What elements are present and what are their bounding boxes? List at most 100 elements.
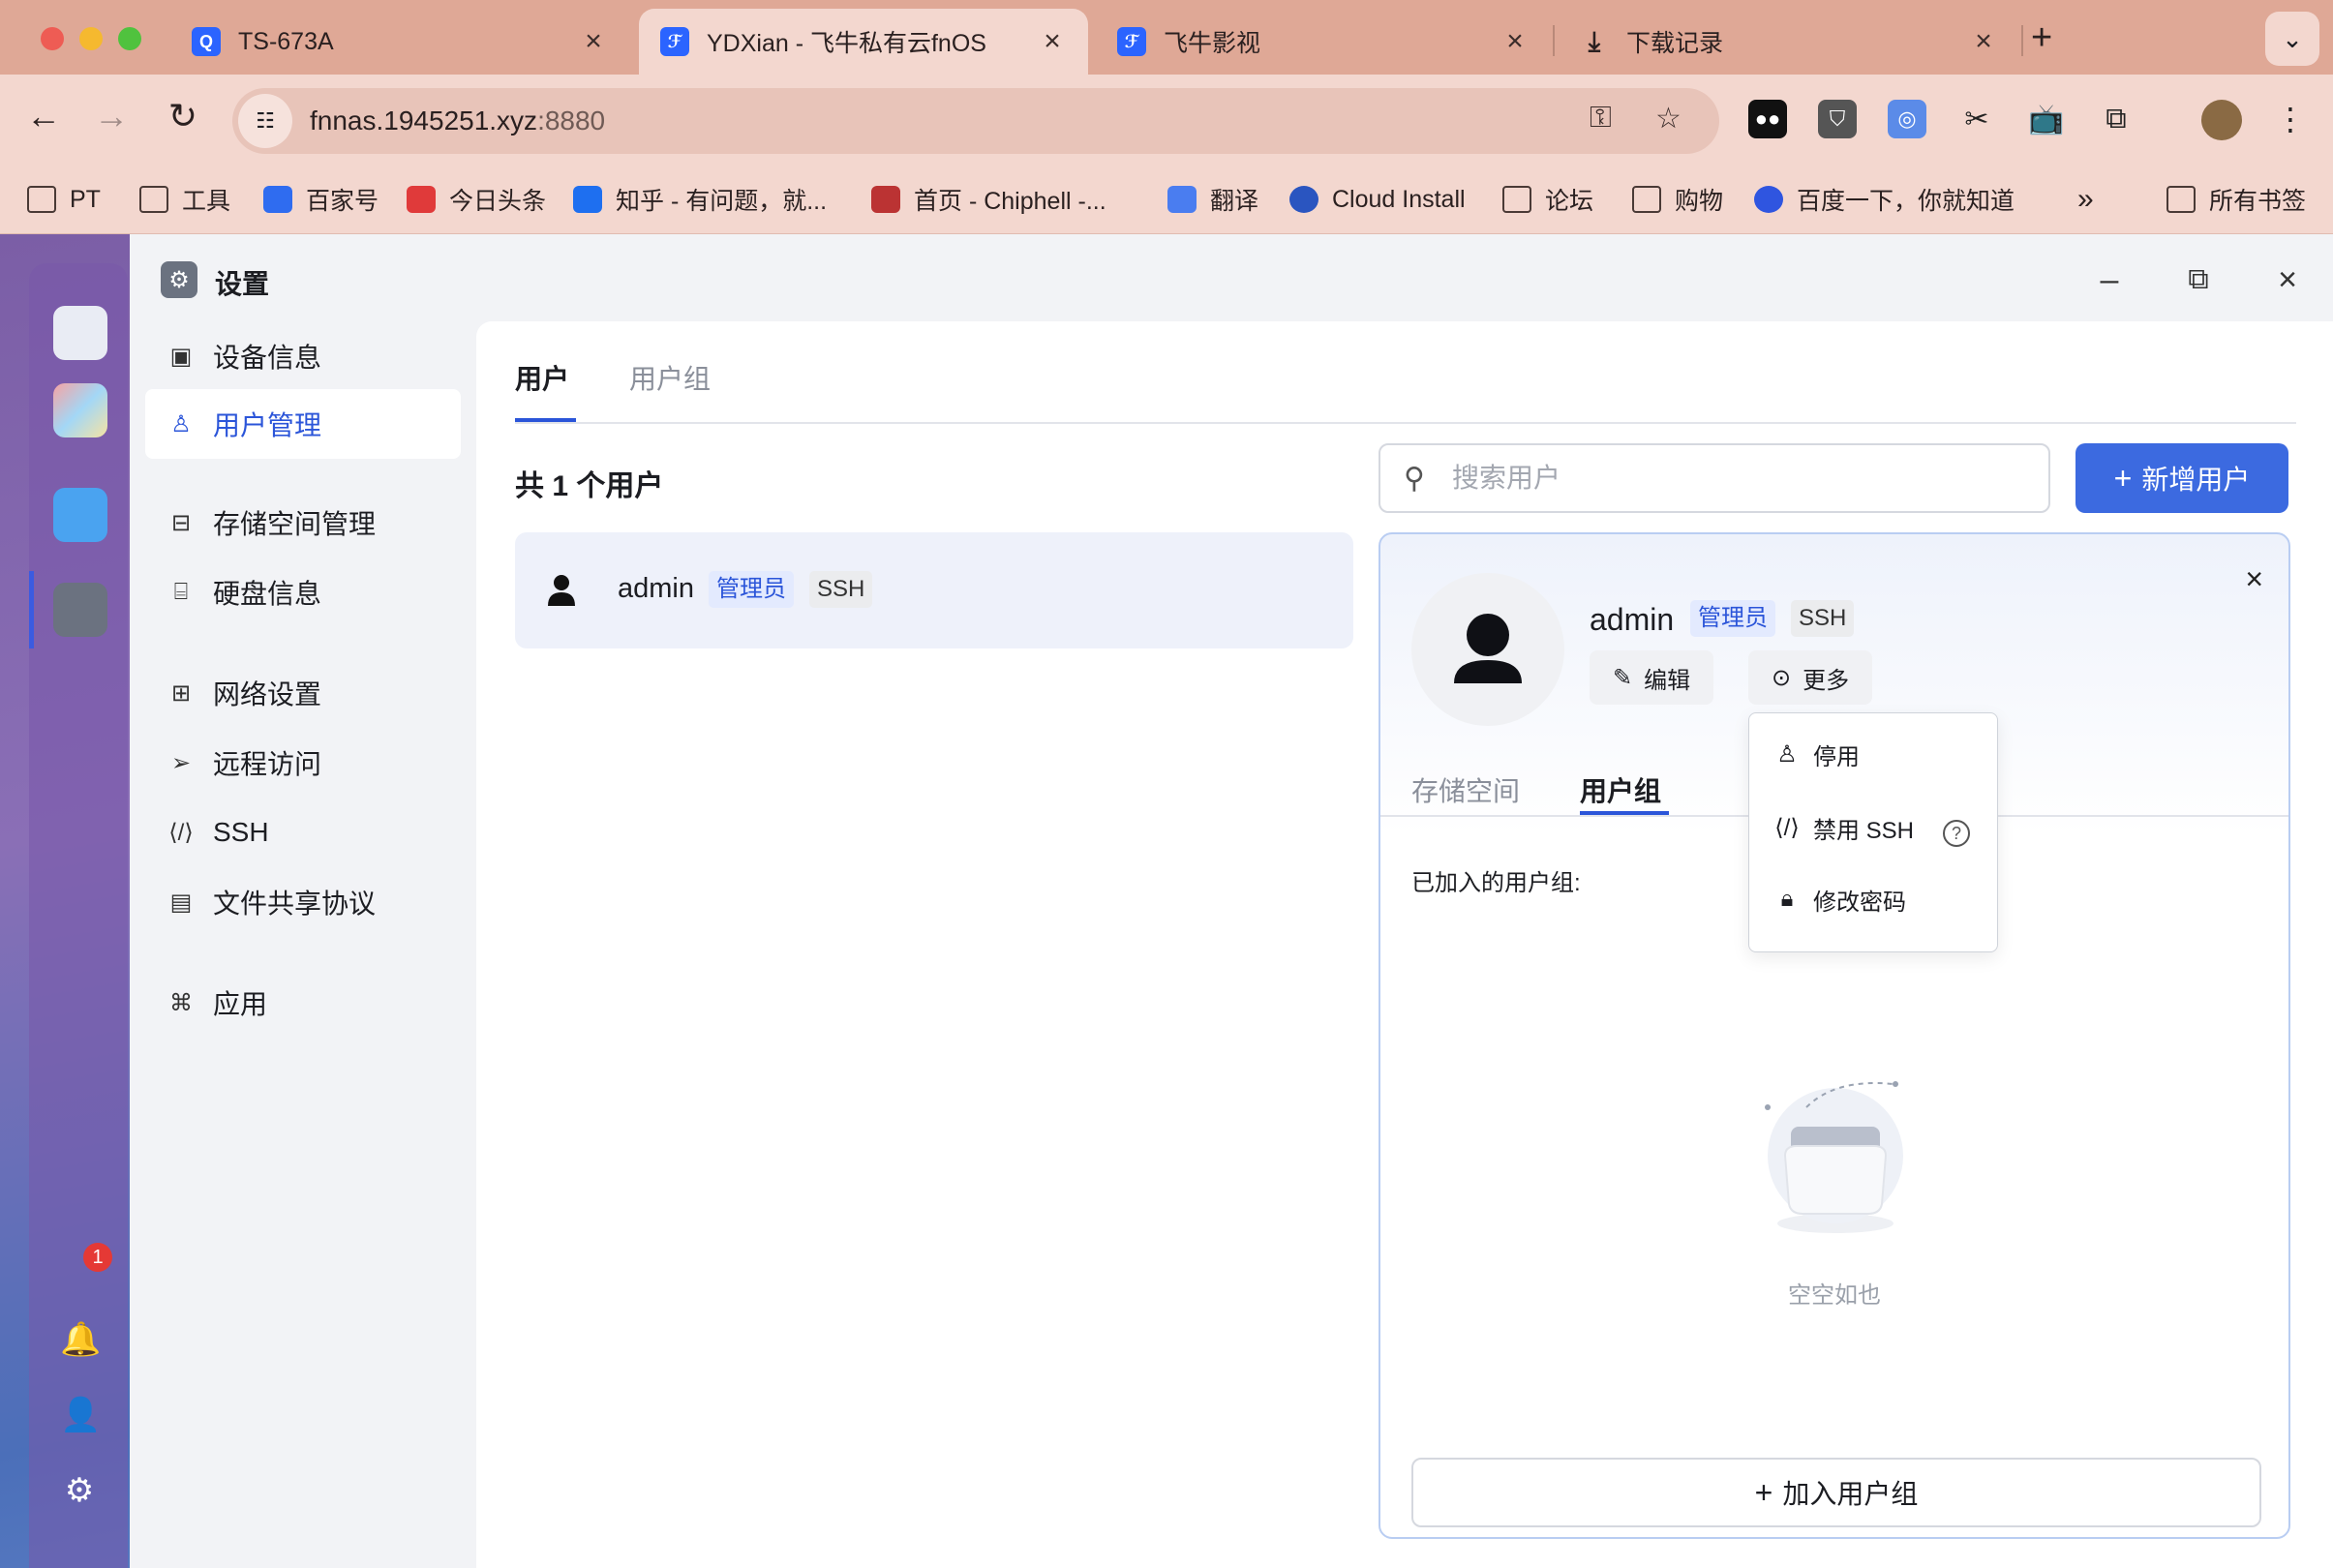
bookmark-folder[interactable]: PT (27, 180, 101, 219)
close-icon[interactable]: × (1500, 25, 1530, 58)
close-icon[interactable]: × (579, 25, 608, 58)
tab-title: 飞牛影视 (1164, 30, 1261, 57)
folder-icon (139, 186, 168, 213)
translate-extension-icon[interactable]: ◎ (1888, 100, 1926, 138)
tab-user-groups[interactable]: 用户组 (629, 358, 711, 397)
bookmark-link[interactable]: 百度一下，你就知道 (1754, 180, 2015, 219)
extensions-puzzle-icon[interactable]: ⧉ (2097, 100, 2136, 138)
user-detail-panel: × admin 管理员 SSH ✎ 编辑 ⊙ 更多 存储空间 用户组 已加入的用… (1379, 532, 2290, 1539)
files-app-icon[interactable] (53, 488, 107, 542)
close-icon[interactable]: × (1038, 25, 1067, 58)
browser-tab-fnos[interactable]: ℱ YDXian - 飞牛私有云fnOS × (639, 9, 1088, 75)
tv-extension-icon[interactable]: 📺 (2027, 100, 2066, 138)
forward-button[interactable]: → (87, 96, 136, 136)
tab-title: YDXian - 飞牛私有云fnOS (707, 30, 986, 57)
back-button[interactable]: ← (19, 96, 68, 136)
user-icon[interactable]: 👤 (60, 1396, 101, 1434)
maximize-button[interactable]: ⧉ (2174, 256, 2223, 304)
bookmark-link[interactable]: 首页 - Chiphell -... (871, 180, 1106, 219)
search-input[interactable] (1452, 463, 2033, 494)
window-zoom-dot[interactable] (118, 27, 141, 50)
address-bar[interactable]: ☷ fnnas.1945251.xyz:8880 ⚿ ☆ (232, 88, 1719, 154)
search-box[interactable]: ⚲ (1379, 443, 2050, 513)
sidebar-item-storage[interactable]: ⊟ 存储空间管理 (145, 488, 461, 558)
app-center-icon[interactable] (53, 383, 107, 437)
tab-storage[interactable]: 存储空间 (1411, 770, 1520, 809)
document-icon: ▤ (169, 889, 193, 916)
bookmark-link[interactable]: Cloud Install (1289, 180, 1466, 219)
menu-item-change-password[interactable]: 🔒︎ 修改密码 (1772, 880, 1906, 919)
monitor-app-icon[interactable] (53, 306, 107, 360)
more-button[interactable]: ⊙ 更多 (1748, 650, 1873, 705)
sidebar-item-remote-access[interactable]: ➢ 远程访问 (145, 728, 461, 798)
bookmark-link[interactable]: 翻译 (1167, 180, 1258, 219)
extension-icon[interactable]: ●● (1748, 100, 1787, 138)
browser-tab-downloads[interactable]: ⤓ 下载记录 × (1559, 9, 2019, 75)
profile-avatar[interactable] (2201, 100, 2242, 140)
site-info-icon[interactable]: ☷ (238, 94, 292, 148)
window-close-dot[interactable] (41, 27, 64, 50)
browser-tab-ts673a[interactable]: Q TS-673A × (170, 9, 629, 75)
bookmark-link[interactable]: 百家号 (263, 180, 379, 219)
user-list-item[interactable]: admin 管理员 SSH (515, 532, 1353, 648)
user-management-panel: 用户 用户组 共 1 个用户 admin 管理员 SSH ⚲ + 新增用户 × (476, 321, 2333, 1568)
sidebar-item-apps[interactable]: ⌘ 应用 (145, 968, 461, 1038)
bookmark-link[interactable]: 知乎 - 有问题，就... (573, 180, 827, 219)
bitwarden-icon[interactable]: ⛉ (1818, 100, 1857, 138)
notification-app-icon[interactable]: 1 (60, 1243, 112, 1293)
tab-title: TS-673A (238, 27, 334, 55)
more-vert-icon[interactable]: ⋮ (2271, 100, 2310, 138)
crossed-tools-icon[interactable]: ✂ (1957, 100, 1996, 138)
fnos-icon: ℱ (660, 27, 689, 56)
more-dropdown-menu: ♙ 停用 ⟨/⟩ 禁用 SSH ? 🔒︎ 修改密码 (1748, 712, 1998, 952)
all-bookmarks-folder[interactable]: 所有书签 (2166, 180, 2306, 219)
menu-item-disable-ssh[interactable]: ⟨/⟩ 禁用 SSH (1772, 808, 1914, 847)
disk-icon: ⌸ (173, 579, 189, 605)
window-minimize-dot[interactable] (79, 27, 103, 50)
help-icon[interactable]: ? (1943, 820, 1970, 847)
folder-icon (2166, 186, 2196, 213)
new-tab-button[interactable]: + (2031, 17, 2052, 59)
sidebar-item-file-sharing[interactable]: ▤ 文件共享协议 (145, 867, 461, 937)
browser-tab-movies[interactable]: ℱ 飞牛影视 × (1096, 9, 1551, 75)
window-titlebar[interactable]: ⚙ 设置 – ⧉ × (130, 234, 2333, 321)
edit-button[interactable]: ✎ 编辑 (1590, 650, 1714, 705)
minimize-button[interactable]: – (2085, 256, 2134, 304)
settings-app-icon[interactable] (53, 583, 107, 637)
close-icon[interactable]: × (2245, 561, 2263, 597)
sidebar-item-user-management[interactable]: ♙ 用户管理 (145, 389, 461, 459)
tab-groups[interactable]: 用户组 (1580, 770, 1661, 809)
close-icon[interactable]: × (1969, 25, 1998, 58)
bell-icon[interactable]: 🔔 (60, 1320, 101, 1359)
menu-item-disable-user[interactable]: ♙ 停用 (1772, 735, 1860, 773)
bookmark-folder[interactable]: 论坛 (1502, 180, 1593, 219)
sidebar-item-device-info[interactable]: ▣ 设备信息 (145, 321, 461, 391)
url-text[interactable]: fnnas.1945251.xyz:8880 (310, 106, 605, 136)
search-icon: ⚲ (1404, 462, 1425, 495)
sidebar-item-network[interactable]: ⊞ 网络设置 (145, 658, 461, 728)
key-icon[interactable]: ⚿ (1590, 102, 1612, 135)
bookmarks-overflow-button[interactable]: » (2077, 180, 2094, 219)
avatar (1411, 573, 1564, 726)
cloud-icon (1289, 186, 1318, 213)
close-window-button[interactable]: × (2263, 256, 2312, 304)
add-user-button[interactable]: + 新增用户 (2075, 443, 2288, 513)
settings-gear-icon: ⚙ (161, 261, 197, 298)
code-icon: ⟨/⟩ (168, 819, 194, 846)
tab-users[interactable]: 用户 (515, 358, 569, 397)
user-name: admin (618, 573, 694, 604)
dock-active-indicator (29, 571, 34, 648)
bookmark-folder[interactable]: 购物 (1632, 180, 1723, 219)
reload-button[interactable]: ↻ (159, 96, 207, 136)
join-group-button[interactable]: + 加入用户组 (1411, 1458, 2261, 1527)
bookmark-link[interactable]: 今日头条 (407, 180, 546, 219)
bookmark-folder[interactable]: 工具 (139, 180, 230, 219)
star-icon[interactable]: ☆ (1655, 102, 1682, 136)
window-title: 设置 (215, 269, 270, 299)
bookmarks-bar: PT 工具 百家号 今日头条 知乎 - 有问题，就... 首页 - Chiphe… (0, 166, 2333, 234)
sidebar-item-ssh[interactable]: ⟨/⟩ SSH (145, 798, 461, 867)
user-count-heading: 共 1 个用户 (515, 470, 664, 502)
tab-search-button[interactable]: ⌄ (2265, 12, 2319, 66)
gear-icon[interactable]: ⚙ (60, 1471, 99, 1510)
sidebar-item-disk-info[interactable]: ⌸ 硬盘信息 (145, 558, 461, 627)
